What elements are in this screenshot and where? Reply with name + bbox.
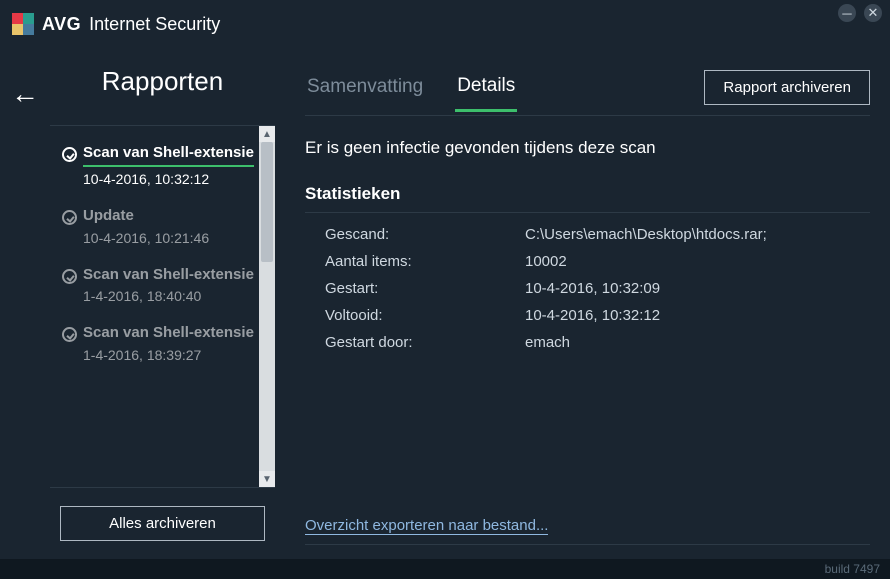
report-item[interactable]: Scan van Shell-extensie 10-4-2016, 10:32…	[58, 136, 259, 199]
stats-row: Gestart door: emach	[305, 329, 870, 356]
archive-all-button[interactable]: Alles archiveren	[60, 506, 265, 541]
stats-row: Aantal items: 10002	[305, 248, 870, 275]
report-item-date: 1-4-2016, 18:40:40	[83, 288, 255, 304]
scroll-up-icon[interactable]: ▲	[259, 126, 275, 142]
stats-label: Gestart:	[325, 280, 525, 297]
scrollbar[interactable]: ▲ ▼	[259, 126, 275, 487]
report-item-title: Scan van Shell-extensie	[83, 266, 254, 285]
report-item[interactable]: Scan van Shell-extensie 1-4-2016, 18:39:…	[58, 316, 259, 375]
build-label: build 7497	[825, 562, 880, 576]
stats-heading: Statistieken	[305, 184, 870, 213]
stats-row: Gestart: 10-4-2016, 10:32:09	[305, 275, 870, 302]
report-item[interactable]: Update 10-4-2016, 10:21:46	[58, 199, 259, 258]
scroll-down-icon[interactable]: ▼	[259, 471, 275, 487]
stats-value: emach	[525, 334, 870, 351]
stats-label: Gestart door:	[325, 334, 525, 351]
brand-text: AVG	[42, 14, 81, 35]
tab-details[interactable]: Details	[455, 75, 517, 112]
titlebar: AVG Internet Security － ✕	[0, 0, 890, 48]
stats-row: Gescand: C:\Users\emach\Desktop\htdocs.r…	[305, 221, 870, 248]
report-item-date: 1-4-2016, 18:39:27	[83, 347, 255, 363]
scan-result-message: Er is geen infectie gevonden tijdens dez…	[305, 138, 870, 158]
check-icon	[62, 269, 77, 284]
report-item-date: 10-4-2016, 10:21:46	[83, 230, 255, 246]
stats-label: Aantal items:	[325, 253, 525, 270]
window-controls: － ✕	[838, 4, 882, 22]
back-button[interactable]: ←	[11, 78, 39, 110]
product-text: Internet Security	[89, 14, 220, 35]
close-button[interactable]: ✕	[864, 4, 882, 22]
main-panel: Samenvatting Details Rapport archiveren …	[275, 48, 890, 559]
report-item-title: Scan van Shell-extensie	[83, 324, 254, 343]
sidebar: Rapporten Scan van Shell-extensie 10-4-2…	[50, 48, 275, 559]
avg-logo-icon	[12, 13, 34, 35]
check-icon	[62, 147, 77, 162]
stats-label: Gescand:	[325, 226, 525, 243]
scroll-track[interactable]	[259, 142, 275, 471]
scroll-thumb[interactable]	[261, 142, 273, 262]
stats-table: Gescand: C:\Users\emach\Desktop\htdocs.r…	[305, 221, 870, 356]
check-icon	[62, 210, 77, 225]
stats-value: 10002	[525, 253, 870, 270]
report-list: Scan van Shell-extensie 10-4-2016, 10:32…	[50, 126, 259, 487]
statusbar: build 7497	[0, 559, 890, 579]
stats-value: 10-4-2016, 10:32:09	[525, 280, 870, 297]
tab-summary[interactable]: Samenvatting	[305, 76, 425, 110]
report-item-date: 10-4-2016, 10:32:12	[83, 171, 255, 187]
report-item-title: Scan van Shell-extensie	[83, 144, 254, 167]
report-item[interactable]: Scan van Shell-extensie 1-4-2016, 18:40:…	[58, 258, 259, 317]
stats-row: Voltooid: 10-4-2016, 10:32:12	[305, 302, 870, 329]
logo-block: AVG Internet Security	[12, 13, 220, 35]
sidebar-title: Rapporten	[50, 66, 275, 97]
stats-value: 10-4-2016, 10:32:12	[525, 307, 870, 324]
stats-value: C:\Users\emach\Desktop\htdocs.rar;	[525, 226, 870, 243]
archive-report-button[interactable]: Rapport archiveren	[704, 70, 870, 105]
report-item-title: Update	[83, 207, 134, 226]
stats-label: Voltooid:	[325, 307, 525, 324]
tab-row: Samenvatting Details Rapport archiveren	[305, 70, 870, 116]
check-icon	[62, 327, 77, 342]
minimize-button[interactable]: －	[838, 4, 856, 22]
divider	[305, 544, 870, 545]
export-overview-link[interactable]: Overzicht exporteren naar bestand...	[305, 517, 548, 535]
